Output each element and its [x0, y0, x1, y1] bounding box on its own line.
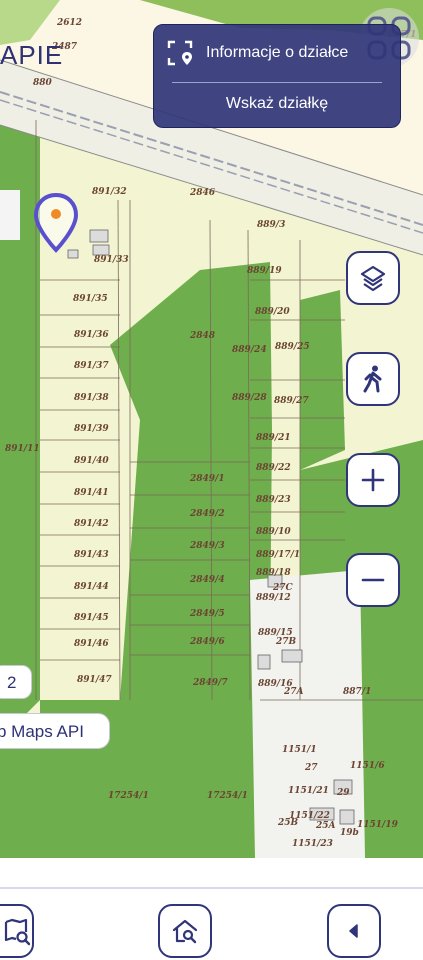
- plot-number-label: 889/25: [275, 342, 310, 352]
- plot-number-label: 891/44: [74, 582, 109, 592]
- plot-number-label: 891/33: [94, 255, 129, 265]
- plot-number-label: 2848: [190, 331, 216, 341]
- home-search-button[interactable]: [158, 904, 212, 958]
- map-search-button[interactable]: [0, 904, 34, 958]
- plot-number-label: 889/23: [256, 495, 291, 505]
- plot-number-label: 17254/1: [108, 791, 149, 801]
- plot-number-label: 891/39: [74, 424, 109, 434]
- plot-number-label: 889/12: [256, 593, 291, 603]
- select-area-icon: [167, 40, 193, 66]
- map-view[interactable]: 2612 2487 880 891/32 891/33 891/35 891/36 891/3…: [0, 0, 423, 858]
- plot-number-label: 17254/1: [207, 791, 248, 801]
- plot-number-label: 27C: [273, 583, 293, 593]
- plot-number-label: 889/21: [256, 433, 291, 443]
- plot-number-label: 19b: [340, 828, 359, 838]
- plot-number-label: 27: [305, 763, 318, 773]
- plot-number-label: 891/45: [74, 613, 109, 623]
- plot-number-label: 891/41: [74, 488, 109, 498]
- walk-mode-button[interactable]: [346, 352, 400, 406]
- nav-divider: [0, 887, 423, 889]
- plus-icon: [361, 468, 385, 492]
- plot-number-label: 27A: [284, 687, 304, 697]
- plot-number-label: 25B: [278, 818, 299, 828]
- zoom-out-button[interactable]: [346, 553, 400, 607]
- plot-number-label: 1151/19: [357, 820, 398, 830]
- plot-number-label: 2849/2: [190, 509, 225, 519]
- plot-number-label: 2849/6: [190, 637, 225, 647]
- search-map-icon: [4, 918, 31, 946]
- plot-info-panel: Informacje o działce Wskaż działkę: [153, 24, 401, 128]
- plot-number-label: 889/28: [232, 393, 267, 403]
- plot-number-label: 889/22: [256, 463, 291, 473]
- plot-number-label: 891/11: [5, 444, 40, 454]
- plot-number-label: 891/35: [73, 294, 108, 304]
- plot-number-label: 889/19: [247, 266, 282, 276]
- plot-number-label: 891/42: [74, 519, 109, 529]
- back-button[interactable]: [327, 904, 381, 958]
- plot-number-label: 889/20: [255, 307, 290, 317]
- plot-number-label: 889/18: [256, 568, 291, 578]
- plot-number-label: 891/32: [92, 187, 127, 197]
- plot-number-label: 891/43: [74, 550, 109, 560]
- plot-number-label: 889/3: [257, 220, 286, 230]
- maps-api-attribution: p Maps API: [0, 713, 110, 749]
- plot-number-label: 2846: [190, 188, 216, 198]
- plot-number-label: 889/27: [274, 396, 309, 406]
- plot-number-label: 891/47: [77, 675, 112, 685]
- plot-number-label: 2849/3: [190, 541, 225, 551]
- plot-number-label: 889/24: [232, 345, 267, 355]
- plot-number-label: 889/17/1: [256, 550, 301, 560]
- plot-number-label: 2849/1: [190, 474, 225, 484]
- home-search-icon: [172, 919, 198, 944]
- panel-divider: [172, 82, 382, 83]
- plot-number-label: 29: [337, 788, 350, 798]
- plot-number-label: 2849/7: [193, 678, 228, 688]
- map-title-fragment: APIE: [0, 40, 64, 70]
- plot-number-label: 889/10: [256, 527, 291, 537]
- minus-icon: [361, 578, 385, 582]
- plot-number-label: 1151/23: [292, 839, 333, 849]
- plot-number-label: 891/38: [74, 393, 109, 403]
- plot-number-label: 27B: [276, 637, 297, 647]
- plot-number-label: 891/37: [74, 361, 109, 371]
- zoom-in-button[interactable]: [346, 453, 400, 507]
- plot-number-label: 2849/4: [190, 575, 225, 585]
- plot-number-label: 891/40: [74, 456, 109, 466]
- plot-number-label: 891/36: [74, 330, 109, 340]
- back-icon: [349, 924, 358, 938]
- layers-button[interactable]: [346, 251, 400, 305]
- plot-number-label: 1151/6: [350, 761, 385, 771]
- plot-number-label: 1151/21: [288, 786, 329, 796]
- plot-number-label: 891/46: [74, 639, 109, 649]
- walk-icon: [363, 365, 382, 393]
- counter-badge: 2: [0, 665, 32, 699]
- plot-number-label: 880: [33, 78, 52, 88]
- location-pin-icon[interactable]: [33, 192, 79, 256]
- layers-icon: [360, 265, 386, 292]
- plot-number-label: 2849/5: [190, 609, 225, 619]
- plot-number-label: 1151/1: [282, 745, 317, 755]
- plot-info-label: Informacje o działce: [206, 44, 349, 61]
- plot-number-label: 887/1: [343, 687, 372, 697]
- plot-number-label: 25A: [316, 821, 336, 831]
- select-plot-button[interactable]: Wskaż działkę: [154, 95, 400, 113]
- plot-info-button[interactable]: Informacje o działce: [166, 37, 390, 69]
- plot-number-label: 2612: [57, 18, 83, 28]
